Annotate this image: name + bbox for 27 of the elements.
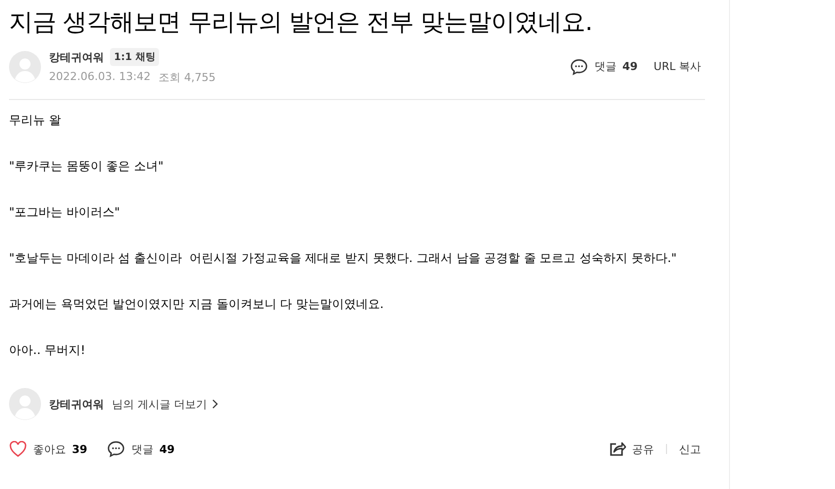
paragraph: 무리뉴 왈 bbox=[9, 112, 62, 128]
comment-count: 49 bbox=[159, 442, 175, 456]
report-button[interactable]: 신고 bbox=[679, 442, 701, 456]
comment-label: 댓글 bbox=[131, 442, 154, 456]
comment-icon bbox=[570, 58, 588, 76]
paragraph: "루카쿠는 몸뚱이 좋은 소녀" bbox=[9, 158, 164, 174]
share-icon bbox=[609, 441, 626, 457]
paragraph: "포그바는 바이러스" bbox=[9, 204, 121, 220]
paragraph: 아아.. 무버지! bbox=[9, 342, 86, 358]
author-name: 캉테귀여워 bbox=[49, 396, 104, 412]
view-count: 조회 4,755 bbox=[158, 70, 216, 85]
chevron-icon bbox=[211, 399, 219, 409]
like-count: 39 bbox=[72, 442, 88, 456]
share-button[interactable]: 공유 bbox=[632, 442, 654, 456]
heart-icon[interactable] bbox=[9, 441, 27, 457]
chat-button[interactable]: 1:1 채팅 bbox=[110, 48, 160, 66]
post-date: 2022.06.03. 13:42 bbox=[49, 70, 151, 85]
like-label: 좋아요 bbox=[33, 442, 66, 456]
paragraph: "호날두는 마데이라 섬 출신이라 어린시절 가정교육을 제대로 받지 못했다. 그래서 남을 공경할 줄 모르고 성숙하지 못하다." bbox=[9, 250, 678, 266]
post-title: 지금 생각해보면 무리뉴의 발언은 전부 맞는말이였네요. bbox=[9, 7, 594, 38]
paragraph: 과거에는 욕먹었던 발언이였지만 지금 돌이켜보니 다 맞는말이였네요. bbox=[9, 296, 385, 312]
comment-count: 49 bbox=[622, 60, 638, 73]
comment-label: 댓글 bbox=[594, 59, 616, 74]
comment-icon bbox=[107, 440, 126, 458]
more-posts-link[interactable]: 님의 게시글 더보기 bbox=[112, 396, 219, 412]
url-copy-button[interactable]: URL 복사 bbox=[654, 59, 701, 74]
author-name[interactable]: 캉테귀여워 bbox=[49, 50, 104, 64]
